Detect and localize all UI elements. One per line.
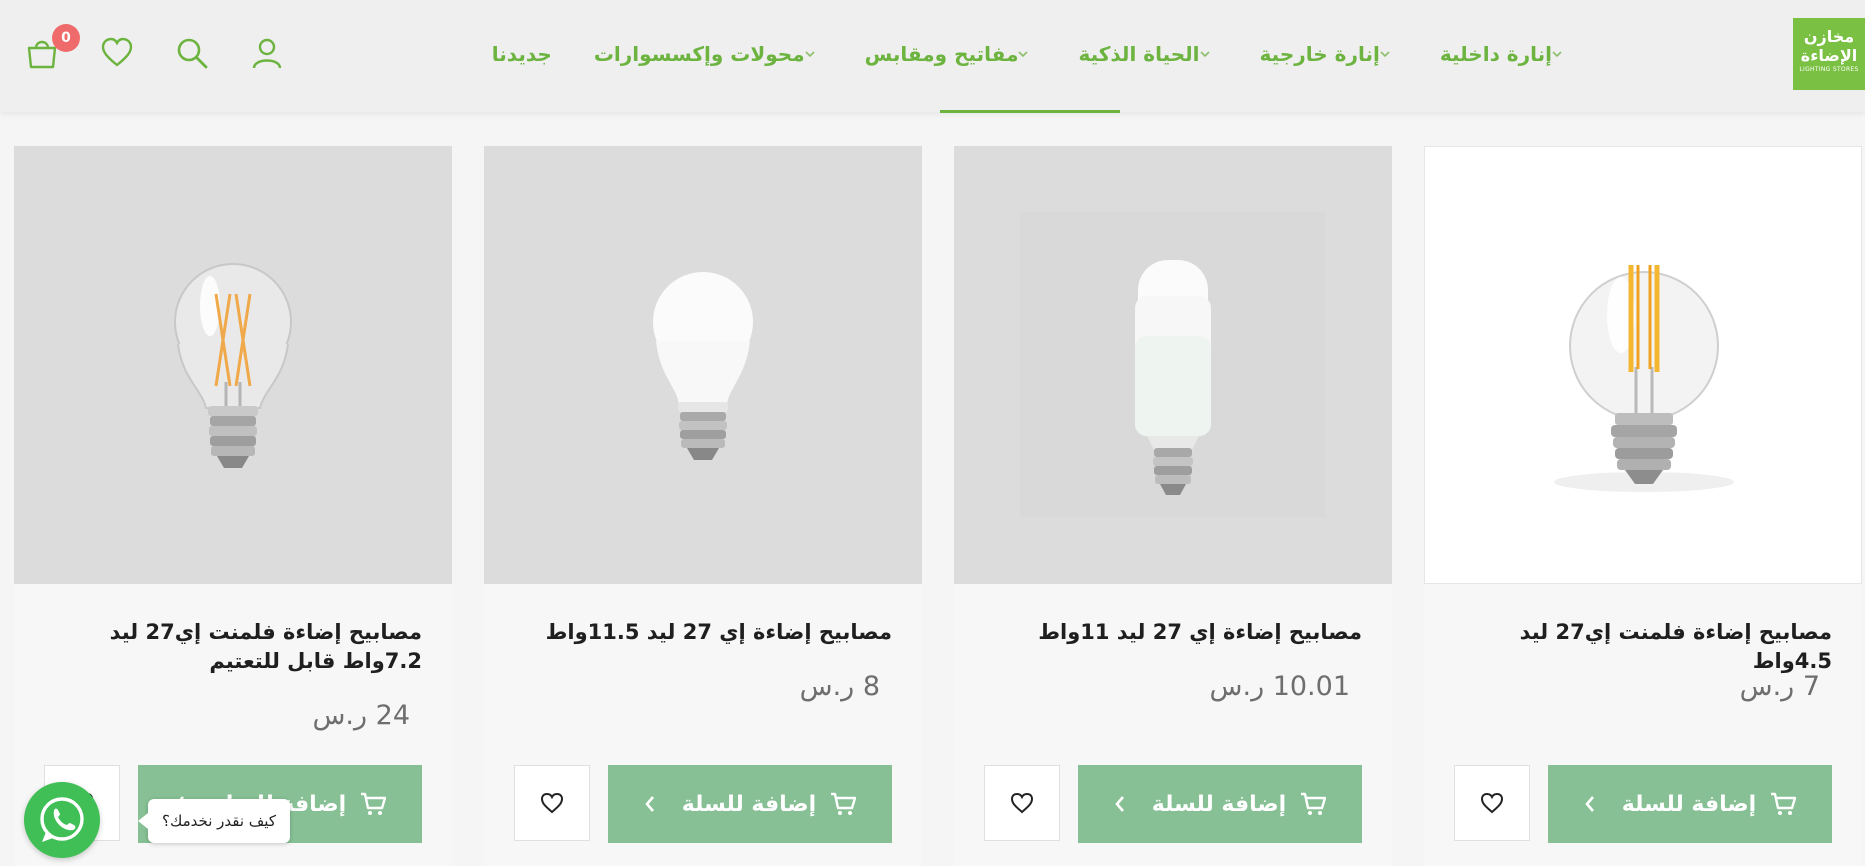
cart-icon — [1301, 792, 1327, 815]
nav-label: جديدنا — [491, 42, 552, 66]
nav-label: الحياة الذكية — [1078, 42, 1200, 66]
logo-line1: مخازن — [1803, 27, 1855, 46]
product-price: 7 ر.س — [1739, 671, 1820, 702]
wishlist-button[interactable] — [1454, 765, 1530, 841]
product-image[interactable] — [484, 146, 922, 584]
chevron-left-icon — [1115, 796, 1124, 812]
heart-icon — [1010, 792, 1034, 814]
cart-icon — [1771, 792, 1797, 815]
product-price: 24 ر.س — [312, 700, 410, 731]
logo-line3: LIGHTING STORES — [1799, 66, 1859, 73]
whatsapp-chat-button[interactable] — [24, 782, 100, 858]
cart-count-badge: 0 — [52, 24, 80, 52]
product-image[interactable] — [1424, 146, 1862, 584]
heart-icon — [540, 792, 564, 814]
nav-item-indoor-lighting[interactable]: إنارة داخلية — [1440, 42, 1570, 66]
whatsapp-prompt-bubble[interactable]: كيف نقدر نخدمك؟ — [138, 799, 290, 843]
product-title[interactable]: مصابيح إضاءة إي 27 ليد 11.5واط — [512, 618, 892, 647]
wishlist-button[interactable] — [514, 765, 590, 841]
chevron-down-icon — [1199, 51, 1210, 58]
nav-item-switches-sockets[interactable]: مفاتيح ومقابس — [865, 42, 1037, 66]
user-icon[interactable] — [250, 36, 284, 70]
tubular-led-bulb-image — [1020, 212, 1326, 518]
product-price: 8 ر.س — [799, 671, 880, 702]
add-to-cart-button[interactable]: إضافة للسلة — [608, 765, 892, 843]
add-to-cart-label: إضافة للسلة — [1621, 791, 1757, 817]
add-to-cart-label: إضافة للسلة — [1151, 791, 1287, 817]
product-title[interactable]: مصابيح إضاءة إي 27 ليد 11واط — [982, 618, 1362, 647]
add-to-cart-button[interactable]: إضافة للسلة — [1078, 765, 1362, 843]
nav-label: إنارة خارجية — [1259, 42, 1380, 66]
logo-line2: الإضاءة — [1800, 46, 1858, 65]
chevron-down-icon — [805, 51, 815, 58]
product-price: 10.01 ر.س — [1209, 671, 1350, 702]
chevron-down-icon — [1380, 51, 1390, 58]
nav-item-outdoor-lighting[interactable]: إنارة خارجية — [1260, 42, 1398, 66]
product-card[interactable]: مصابيح إضاءة فلمنت إي27 ليد 4.5واط 7 ر.س… — [1424, 146, 1862, 866]
main-nav: إنارة داخلية إنارة خارجية الحياة الذكية … — [450, 34, 1570, 74]
filament-a60-bulb-image — [174, 263, 292, 468]
wishlist-button[interactable] — [984, 765, 1060, 841]
cart-icon — [361, 792, 387, 815]
site-header: مخازن الإضاءة LIGHTING STORES إنارة داخل… — [0, 0, 1865, 113]
nav-label: محولات وإكسسوارات — [593, 42, 805, 66]
nav-label: مفاتيح ومقابس — [864, 42, 1019, 66]
add-to-cart-button[interactable]: إضافة للسلة — [1548, 765, 1832, 843]
frosted-a60-bulb-image — [653, 272, 753, 460]
product-card[interactable]: مصابيح إضاءة إي 27 ليد 11.5واط 8 ر.س إضا… — [484, 146, 922, 866]
search-icon[interactable] — [175, 36, 209, 70]
whatsapp-icon — [40, 797, 84, 842]
product-image[interactable] — [954, 146, 1392, 584]
chevron-left-icon — [645, 796, 654, 812]
cart-icon — [831, 792, 857, 815]
nav-active-indicator — [940, 110, 1120, 113]
filament-globe-bulb-image — [1554, 265, 1734, 492]
nav-item-smart-life[interactable]: الحياة الذكية — [1078, 42, 1217, 66]
product-title[interactable]: مصابيح إضاءة فلمنت إي27 ليد 4.5واط — [1452, 618, 1832, 676]
nav-item-transformers-accessories[interactable]: محولات وإكسسوارات — [594, 42, 823, 66]
product-card[interactable]: مصابيح إضاءة فلمنت إي27 ليد 7.2واط قابل … — [14, 146, 452, 866]
add-to-cart-label: إضافة للسلة — [681, 791, 817, 817]
heart-icon — [1480, 792, 1504, 814]
product-card[interactable]: مصابيح إضاءة إي 27 ليد 11واط 10.01 ر.س إ… — [954, 146, 1392, 866]
store-logo[interactable]: مخازن الإضاءة LIGHTING STORES — [1793, 18, 1865, 90]
heart-icon[interactable] — [100, 36, 134, 70]
nav-label: إنارة داخلية — [1439, 42, 1552, 66]
chevron-down-icon — [1018, 51, 1029, 58]
nav-item-new[interactable]: جديدنا — [492, 42, 552, 66]
product-image[interactable] — [14, 146, 452, 584]
chevron-left-icon — [1585, 796, 1594, 812]
chevron-down-icon — [1552, 51, 1562, 58]
product-title[interactable]: مصابيح إضاءة فلمنت إي27 ليد 7.2واط قابل … — [42, 618, 422, 676]
